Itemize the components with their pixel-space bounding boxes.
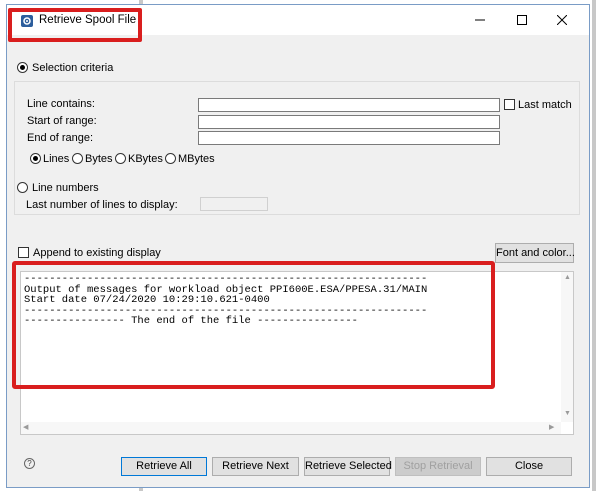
selection-criteria-radio[interactable] bbox=[17, 62, 28, 73]
unit-label-kbytes: KBytes bbox=[128, 153, 163, 165]
vertical-scrollbar[interactable]: ▲ ▼ bbox=[561, 272, 573, 422]
scroll-right-icon[interactable]: ▶ bbox=[549, 424, 554, 432]
maximize-button[interactable] bbox=[505, 5, 539, 35]
close-icon bbox=[557, 15, 567, 25]
end-of-range-input[interactable] bbox=[198, 131, 500, 145]
scroll-left-icon[interactable]: ◀ bbox=[23, 424, 28, 432]
retrieve-spool-file-dialog: Retrieve Spool File Selection criteria L… bbox=[6, 4, 590, 488]
title-bar: Retrieve Spool File bbox=[7, 5, 589, 35]
retrieve-all-button[interactable]: Retrieve All bbox=[121, 457, 207, 476]
scroll-down-icon[interactable]: ▼ bbox=[564, 410, 571, 418]
line-contains-label: Line contains: bbox=[27, 98, 95, 110]
horizontal-scrollbar[interactable]: ◀ ▶ bbox=[21, 422, 561, 434]
font-and-color-button[interactable]: Font and color... bbox=[495, 243, 575, 263]
unit-label-lines: Lines bbox=[43, 153, 70, 165]
unit-label-bytes: Bytes bbox=[85, 153, 113, 165]
close-button[interactable]: Close bbox=[486, 457, 572, 476]
retrieve-next-button[interactable]: Retrieve Next bbox=[212, 457, 299, 476]
unit-radio-lines[interactable] bbox=[30, 153, 41, 164]
last-match-label: Last match bbox=[518, 99, 572, 111]
last-lines-label: Last number of lines to display: bbox=[26, 199, 178, 211]
output-line: ---------------- The end of the file ---… bbox=[24, 315, 358, 327]
unit-radio-kbytes[interactable] bbox=[115, 153, 126, 164]
scroll-up-icon[interactable]: ▲ bbox=[564, 274, 571, 282]
minimize-button[interactable] bbox=[463, 5, 497, 35]
unit-radio-mbytes[interactable] bbox=[165, 153, 176, 164]
minimize-icon bbox=[475, 19, 485, 21]
stop-retrieval-button[interactable]: Stop Retrieval bbox=[395, 457, 481, 476]
background-window-edge-right bbox=[592, 0, 596, 491]
window-title: Retrieve Spool File bbox=[39, 14, 137, 26]
close-window-button[interactable] bbox=[545, 5, 579, 35]
unit-radio-bytes[interactable] bbox=[72, 153, 83, 164]
output-line: ----------------------------------------… bbox=[24, 273, 428, 285]
maximize-icon bbox=[517, 15, 527, 25]
line-numbers-radio[interactable] bbox=[17, 182, 28, 193]
selection-criteria-group: Line contains: Last match Start of range… bbox=[14, 81, 580, 215]
line-contains-input[interactable] bbox=[198, 98, 500, 112]
spool-output-text: ----------------------------------------… bbox=[24, 274, 427, 327]
start-of-range-label: Start of range: bbox=[27, 115, 97, 127]
line-numbers-label: Line numbers bbox=[32, 182, 99, 194]
unit-label-mbytes: MBytes bbox=[178, 153, 215, 165]
last-lines-input[interactable] bbox=[200, 197, 268, 211]
end-of-range-label: End of range: bbox=[27, 132, 94, 144]
help-icon[interactable]: ? bbox=[24, 458, 35, 469]
append-label: Append to existing display bbox=[33, 247, 161, 259]
app-gear-icon bbox=[21, 15, 33, 27]
retrieve-selected-button[interactable]: Retrieve Selected bbox=[304, 457, 392, 476]
start-of-range-input[interactable] bbox=[198, 115, 500, 129]
output-line: Start date 07/24/2020 10:29:10.621-0400 bbox=[24, 294, 270, 306]
append-checkbox[interactable] bbox=[18, 247, 29, 258]
selection-criteria-label: Selection criteria bbox=[32, 62, 114, 74]
spool-output-area[interactable]: ----------------------------------------… bbox=[20, 271, 574, 435]
last-match-checkbox[interactable] bbox=[504, 99, 515, 110]
